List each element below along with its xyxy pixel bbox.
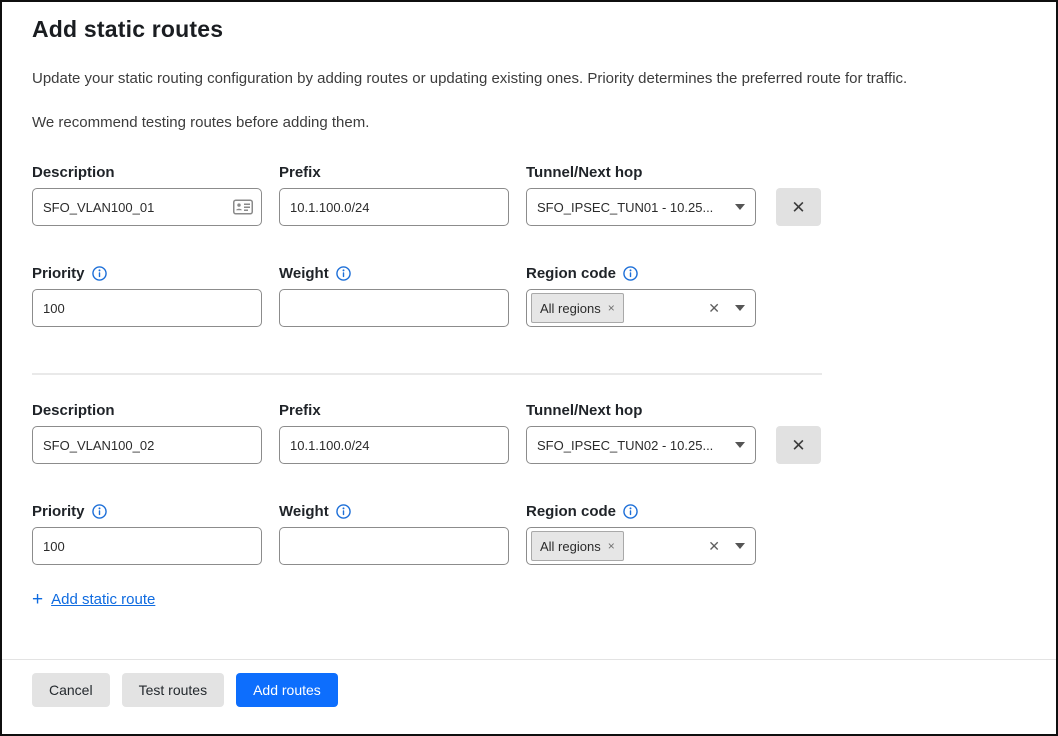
description-input[interactable] [32,426,262,464]
priority-input[interactable] [32,527,262,565]
description-label: Description [32,164,115,181]
chevron-down-icon[interactable] [735,305,745,311]
prefix-label: Prefix [279,164,321,181]
description-label: Description [32,402,115,419]
info-icon[interactable] [92,504,107,519]
chevron-down-icon [735,442,745,448]
weight-label: Weight [279,503,329,520]
route-1-region-field-group: Region code All regions × [526,264,756,327]
region-tag-label: All regions [540,301,601,316]
description-input[interactable] [32,188,262,226]
page-title: Add static routes [32,16,1026,43]
add-static-route-row: + Add static route [32,590,1026,609]
weight-input[interactable] [279,289,509,327]
route-2-region-field-group: Region code All regions × [526,502,756,565]
route-2-weight-field-group: Weight [279,502,509,565]
weight-input[interactable] [279,527,509,565]
route-1-main-row: Description [32,163,1026,226]
chevron-down-icon [735,204,745,210]
info-icon[interactable] [336,504,351,519]
route-1-options-row: Priority Weight [32,264,1026,327]
region-code-label: Region code [526,265,616,282]
tunnel-selected-value: SFO_IPSEC_TUN01 - 10.25... [537,200,727,215]
tunnel-next-hop-label: Tunnel/Next hop [526,164,642,181]
tunnel-selected-value: SFO_IPSEC_TUN02 - 10.25... [537,438,727,453]
add-static-route-link[interactable]: Add static route [51,591,155,608]
clear-selection-icon[interactable]: ✕ [708,539,720,553]
region-multiselect[interactable]: All regions × ✕ [526,289,756,327]
route-2-description-field-group: Description [32,401,262,464]
priority-label: Priority [32,265,85,282]
route-1-weight-field-group: Weight [279,264,509,327]
route-2-main-row: Description Prefix Tunnel/Next hop SFO_I [32,401,1026,464]
cancel-button[interactable]: Cancel [32,673,110,707]
route-2-tunnel-field-group: Tunnel/Next hop SFO_IPSEC_TUN02 - 10.25.… [526,401,756,464]
close-icon: ✕ [791,199,805,216]
clear-selection-icon[interactable]: ✕ [708,301,720,315]
test-routes-button[interactable]: Test routes [122,673,224,707]
remove-route-button[interactable]: ✕ [776,188,821,226]
prefix-label: Prefix [279,402,321,419]
add-routes-button[interactable]: Add routes [236,673,338,707]
route-1-prefix-field-group: Prefix [279,163,509,226]
info-icon[interactable] [623,266,638,281]
prefix-input[interactable] [279,426,509,464]
region-multiselect[interactable]: All regions × ✕ [526,527,756,565]
group-divider [32,373,822,375]
recommendation-text: We recommend testing routes before addin… [32,114,1026,131]
priority-label: Priority [32,503,85,520]
tunnel-select[interactable]: SFO_IPSEC_TUN01 - 10.25... [526,188,756,226]
route-group-1: Description [32,163,1026,327]
route-1-priority-field-group: Priority [32,264,262,327]
dialog-footer: Cancel Test routes Add routes [2,659,1056,734]
weight-label: Weight [279,265,329,282]
info-icon[interactable] [92,266,107,281]
tag-remove-icon[interactable]: × [608,540,615,552]
chevron-down-icon[interactable] [735,543,745,549]
remove-route-button[interactable]: ✕ [776,426,821,464]
tunnel-next-hop-label: Tunnel/Next hop [526,402,642,419]
route-1-description-field-group: Description [32,163,262,226]
route-2-options-row: Priority Weight [32,502,1026,565]
tag-remove-icon[interactable]: × [608,302,615,314]
contact-card-icon [233,200,253,215]
priority-input[interactable] [32,289,262,327]
prefix-input[interactable] [279,188,509,226]
tunnel-select[interactable]: SFO_IPSEC_TUN02 - 10.25... [526,426,756,464]
route-2-priority-field-group: Priority [32,502,262,565]
region-code-label: Region code [526,503,616,520]
plus-icon: + [32,590,43,609]
add-static-routes-dialog: Add static routes Update your static rou… [0,0,1058,736]
route-group-2: Description Prefix Tunnel/Next hop SFO_I [32,401,1026,565]
close-icon: ✕ [791,437,805,454]
route-2-prefix-field-group: Prefix [279,401,509,464]
region-tag: All regions × [531,531,624,561]
info-icon[interactable] [623,504,638,519]
intro-text: Update your static routing configuration… [32,70,1026,87]
info-icon[interactable] [336,266,351,281]
dialog-content: Add static routes Update your static rou… [2,2,1056,659]
region-tag: All regions × [531,293,624,323]
region-tag-label: All regions [540,539,601,554]
route-1-tunnel-field-group: Tunnel/Next hop SFO_IPSEC_TUN01 - 10.25.… [526,163,756,226]
